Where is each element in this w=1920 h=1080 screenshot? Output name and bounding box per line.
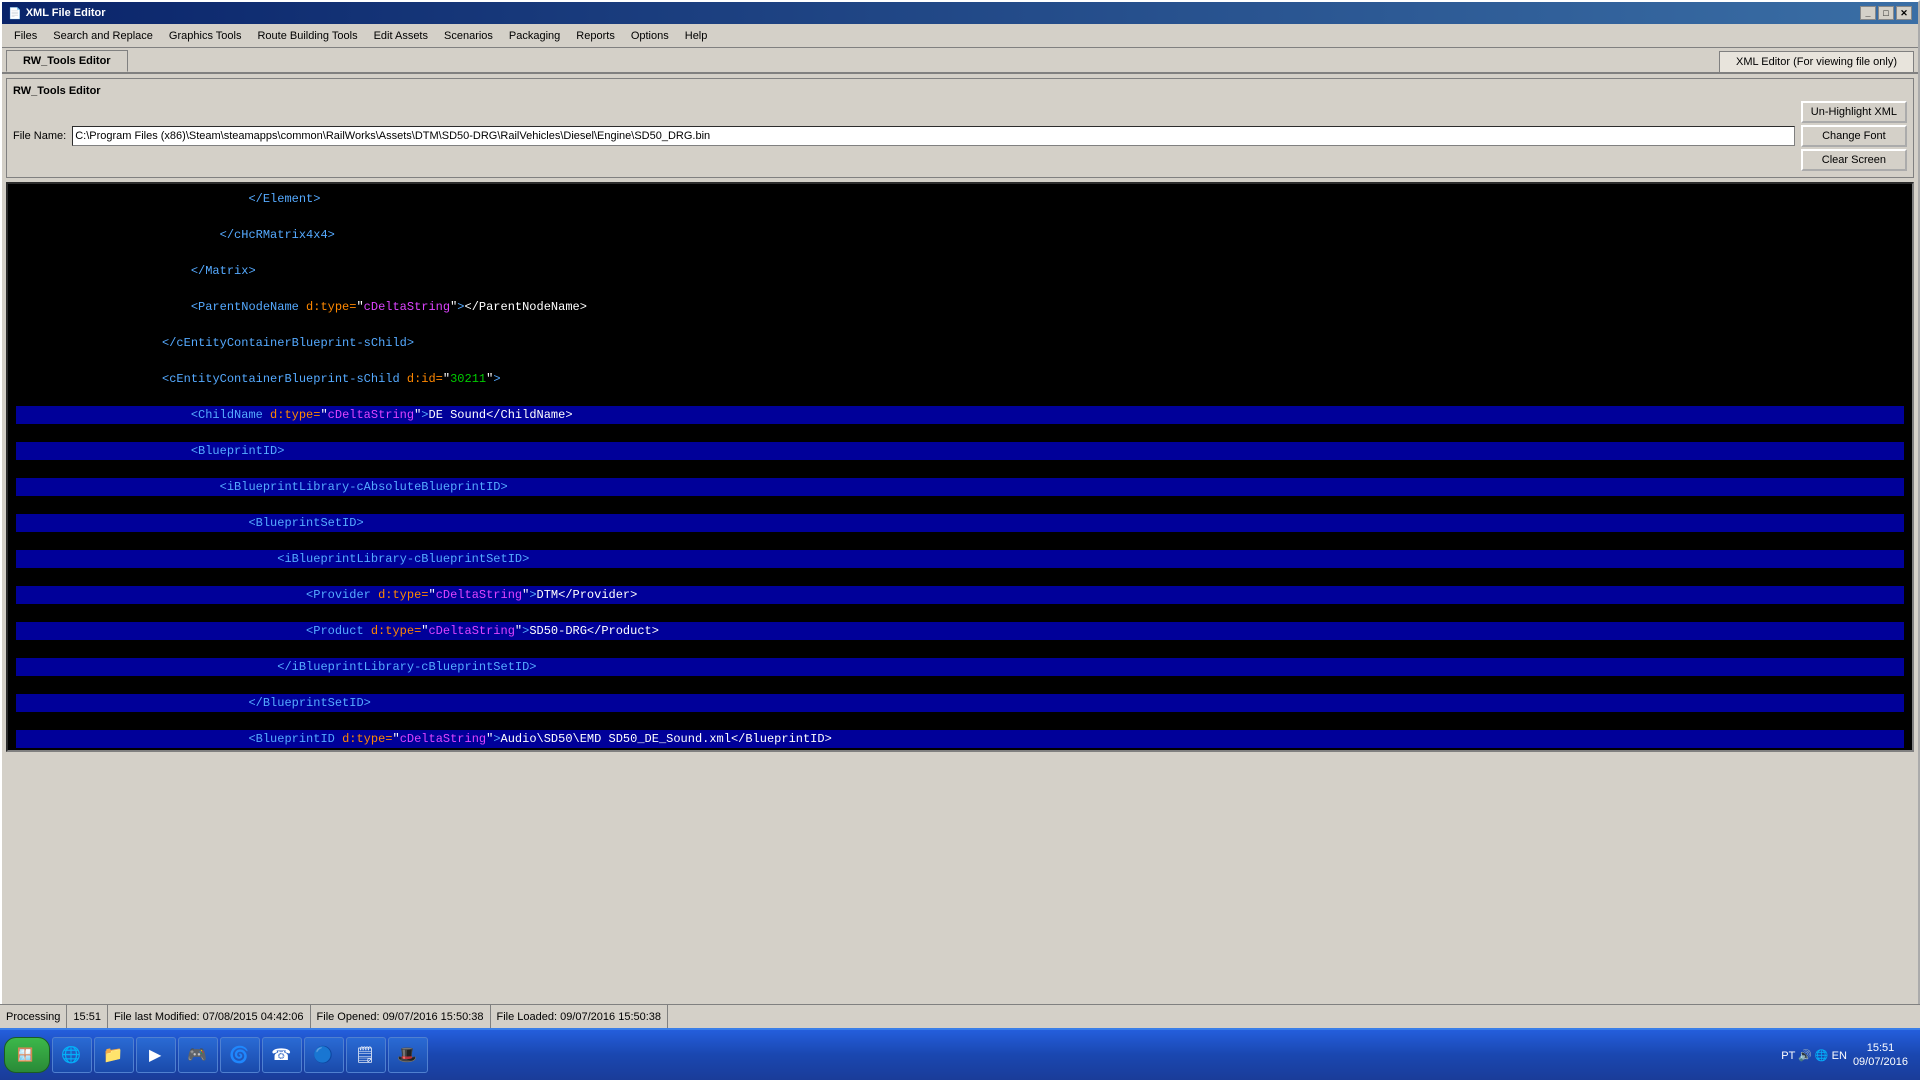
steam-icon: 🎩 <box>397 1045 417 1065</box>
menu-files[interactable]: Files <box>6 28 45 44</box>
xml-line: <cEntityContainerBlueprint-sChild d:id="… <box>16 370 1904 388</box>
clock-date: 09/07/2016 <box>1853 1055 1908 1069</box>
xml-line-selected: <iBlueprintLibrary-cAbsoluteBlueprintID> <box>16 478 1904 496</box>
status-bar: Processing 15:51 File last Modified: 07/… <box>0 1004 1920 1028</box>
taskbar-app-ie[interactable]: 🌐 <box>52 1037 92 1073</box>
menu-route-building[interactable]: Route Building Tools <box>249 28 365 44</box>
menu-help[interactable]: Help <box>677 28 716 44</box>
menu-options[interactable]: Options <box>623 28 677 44</box>
taskbar-app-media[interactable]: ▶ <box>136 1037 176 1073</box>
menu-edit-assets[interactable]: Edit Assets <box>366 28 436 44</box>
unhighlight-xml-button[interactable]: Un-Highlight XML <box>1801 101 1907 123</box>
title-bar: 📄 XML File Editor _ □ ✕ <box>2 2 1918 24</box>
ie-icon: 🌐 <box>61 1045 81 1065</box>
menu-scenarios[interactable]: Scenarios <box>436 28 501 44</box>
title-bar-left: 📄 XML File Editor <box>8 7 106 20</box>
file-name-label: File Name: <box>13 130 66 142</box>
taskbar-app-chrome[interactable]: 🔵 <box>304 1037 344 1073</box>
menu-graphics-tools[interactable]: Graphics Tools <box>161 28 250 44</box>
ts-icon: 🗒 <box>355 1045 375 1065</box>
xml-line: <ParentNodeName d:type="cDeltaString"></… <box>16 298 1904 316</box>
title-bar-controls: _ □ ✕ <box>1860 6 1912 20</box>
menu-packaging[interactable]: Packaging <box>501 28 568 44</box>
rw-tools-title: RW_Tools Editor <box>13 85 1907 97</box>
tray-icons: PT 🔊 🌐 EN <box>1781 1049 1847 1062</box>
taskbar-app-game[interactable]: 🎮 <box>178 1037 218 1073</box>
tab-rw-tools[interactable]: RW_Tools Editor <box>6 50 128 72</box>
clear-screen-button[interactable]: Clear Screen <box>1801 149 1907 171</box>
right-buttons: Un-Highlight XML Change Font Clear Scree… <box>1801 101 1907 171</box>
status-time: 15:51 <box>67 1005 108 1028</box>
taskbar-app-skype[interactable]: ☎ <box>262 1037 302 1073</box>
xml-editor[interactable]: </Element> </cHcRMatrix4x4> </Matrix> <P… <box>6 182 1914 752</box>
clock: 15:51 09/07/2016 <box>1853 1041 1908 1070</box>
app-icon: 📄 <box>8 7 22 20</box>
xml-line-selected: <BlueprintID d:type="cDeltaString">Audio… <box>16 730 1904 748</box>
taskbar-app-steam[interactable]: 🎩 <box>388 1037 428 1073</box>
taskbar-app-ts[interactable]: 🗒 <box>346 1037 386 1073</box>
xml-line: </cEntityContainerBlueprint-sChild> <box>16 334 1904 352</box>
file-name-row: File Name: Un-Highlight XML Change Font … <box>13 101 1907 171</box>
maximize-button[interactable]: □ <box>1878 6 1894 20</box>
menu-bar: Files Search and Replace Graphics Tools … <box>2 24 1918 48</box>
clock-time: 15:51 <box>1853 1041 1908 1055</box>
minimize-button[interactable]: _ <box>1860 6 1876 20</box>
taskbar: 🪟 🌐 📁 ▶ 🎮 🌀 ☎ 🔵 🗒 🎩 PT 🔊 🌐 EN 15:51 09/0… <box>0 1028 1920 1080</box>
explorer-icon: 📁 <box>103 1045 123 1065</box>
taskbar-app-vuze[interactable]: 🌀 <box>220 1037 260 1073</box>
vuze-icon: 🌀 <box>229 1045 249 1065</box>
xml-line: </Element> <box>16 190 1904 208</box>
xml-line-selected: <Provider d:type="cDeltaString">DTM</Pro… <box>16 586 1904 604</box>
menu-search-replace[interactable]: Search and Replace <box>45 28 161 44</box>
xml-line-selected: <Product d:type="cDeltaString">SD50-DRG<… <box>16 622 1904 640</box>
status-file-modified: File last Modified: 07/08/2015 04:42:06 <box>108 1005 311 1028</box>
close-button[interactable]: ✕ <box>1896 6 1912 20</box>
start-button[interactable]: 🪟 <box>4 1037 50 1073</box>
status-file-opened: File Opened: 09/07/2016 15:50:38 <box>311 1005 491 1028</box>
tab-bar: RW_Tools Editor XML Editor (For viewing … <box>2 48 1918 74</box>
xml-line-selected: <ChildName d:type="cDeltaString">DE Soun… <box>16 406 1904 424</box>
xml-line: </Matrix> <box>16 262 1904 280</box>
chrome-icon: 🔵 <box>313 1045 333 1065</box>
start-icon: 🪟 <box>17 1047 33 1063</box>
xml-line-selected: </iBlueprintLibrary-cBlueprintSetID> <box>16 658 1904 676</box>
xml-line-selected: <iBlueprintLibrary-cBlueprintSetID> <box>16 550 1904 568</box>
media-icon: ▶ <box>145 1045 165 1065</box>
system-tray: PT 🔊 🌐 EN 15:51 09/07/2016 <box>1773 1041 1916 1070</box>
xml-line-selected: <BlueprintID> <box>16 442 1904 460</box>
status-file-loaded: File Loaded: 09/07/2016 15:50:38 <box>491 1005 669 1028</box>
menu-reports[interactable]: Reports <box>568 28 623 44</box>
xml-line-selected: </BlueprintSetID> <box>16 694 1904 712</box>
skype-icon: ☎ <box>271 1045 291 1065</box>
file-name-input[interactable] <box>72 126 1795 146</box>
xml-line: </cHcRMatrix4x4> <box>16 226 1904 244</box>
rw-tools-section: RW_Tools Editor File Name: Un-Highlight … <box>6 78 1914 178</box>
xml-line-selected: <BlueprintSetID> <box>16 514 1904 532</box>
tab-xml-editor[interactable]: XML Editor (For viewing file only) <box>1719 51 1914 72</box>
window-title: XML File Editor <box>26 7 106 19</box>
taskbar-app-explorer[interactable]: 📁 <box>94 1037 134 1073</box>
change-font-button[interactable]: Change Font <box>1801 125 1907 147</box>
status-processing: Processing <box>0 1005 67 1028</box>
game-icon: 🎮 <box>187 1045 207 1065</box>
